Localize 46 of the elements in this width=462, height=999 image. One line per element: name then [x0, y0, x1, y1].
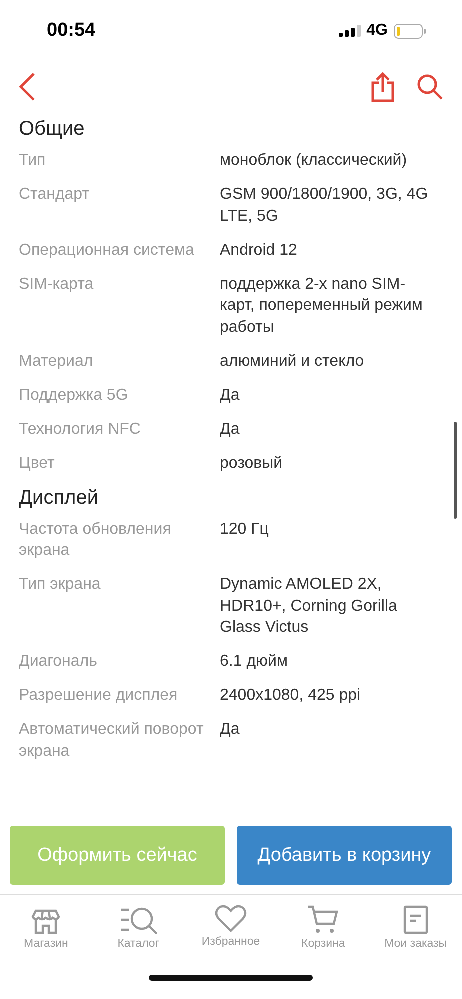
spec-label: Поддержка 5G: [19, 386, 130, 406]
spec-label: Стандарт: [19, 185, 91, 205]
spec-label: Диагональ: [19, 652, 98, 672]
network-type: 4G: [366, 22, 388, 40]
spec-value: Android 12: [220, 240, 298, 260]
spec-value: 120 Гц: [220, 520, 270, 540]
spec-label: Цвет: [19, 454, 56, 474]
tab-item[interactable]: Каталог: [92, 905, 185, 957]
spec-value: алюминий и стекло: [220, 352, 366, 372]
spec-label: Автоматический поворот экрана: [19, 720, 205, 762]
signal-icon: [338, 25, 361, 37]
spec-label: Тип: [19, 151, 47, 171]
section-title: Дисплей: [19, 486, 100, 510]
search-icon[interactable]: [417, 74, 443, 100]
checkout-button[interactable]: Оформить сейчас: [10, 826, 225, 885]
spec-value: 6.1 дюйм: [220, 652, 289, 672]
spec-label: Технология NFC: [19, 420, 142, 440]
battery-icon: [394, 24, 426, 38]
spec-label: SIM-карта: [19, 274, 95, 294]
spec-label: Разрешение дисплея: [19, 686, 179, 706]
spec-value: моноблок (классический): [220, 151, 408, 171]
spec-value: 2400x1080, 425 ppi: [220, 686, 362, 706]
spec-value: поддержка 2-x nano SIM-карт, попеременный режим работы: [220, 274, 424, 338]
tab-item[interactable]: Корзина: [277, 905, 370, 957]
section-title: Общие: [19, 118, 86, 141]
spec-value: GSM 900/1800/1900, 3G, 4G LTE, 5G: [220, 185, 430, 226]
tab-item[interactable]: Избранное: [184, 905, 278, 957]
spec-label: Тип экрана: [19, 575, 102, 595]
heart-icon: [215, 905, 248, 933]
list-search-icon: [118, 905, 159, 935]
tab-item[interactable]: Магазин: [0, 905, 92, 957]
status-time: 00:54: [47, 20, 96, 42]
document-icon: [402, 905, 429, 935]
spec-value: Да: [220, 420, 241, 440]
share-icon[interactable]: [371, 72, 395, 102]
spec-value: розовый: [220, 454, 284, 474]
back-icon[interactable]: [18, 72, 36, 102]
cart-icon: [307, 905, 340, 935]
spec-value: Да: [220, 386, 241, 406]
spec-label: Частота обновления экрана: [19, 520, 172, 561]
add-to-cart-button[interactable]: Добавить в корзину: [237, 826, 452, 885]
tab-item[interactable]: Мои заказы: [370, 905, 462, 957]
spec-value: Dynamic AMOLED 2X, HDR10+, Corning Gorilla Glass Victus: [220, 575, 398, 638]
spec-label: Операционная система: [19, 240, 196, 260]
spec-value: Да: [220, 720, 241, 740]
spec-label: Материал: [19, 352, 94, 372]
